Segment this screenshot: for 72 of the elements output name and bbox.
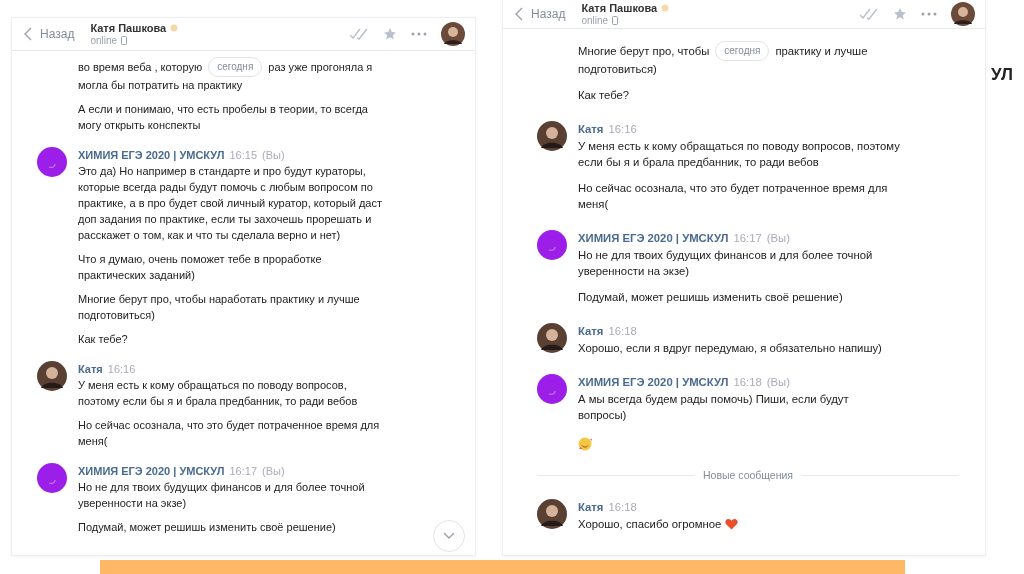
sender-name[interactable]: Катя: [78, 361, 103, 377]
sender-name[interactable]: ХИМИЯ ЕГЭ 2020 | УМСКУЛ: [578, 374, 729, 390]
more-icon[interactable]: [411, 32, 427, 36]
double-check-icon[interactable]: [349, 28, 369, 40]
message-text: Подумай, может решишь изменить своё решение): [78, 520, 336, 535]
message-time: 16:17: [733, 231, 762, 246]
double-check-icon[interactable]: [859, 8, 879, 20]
sender-note: (Вы): [766, 375, 790, 390]
sender-name[interactable]: Катя: [578, 121, 604, 137]
message-text: У меня есть к кому обращаться по поводу вопросов, поэтому если бы я и брала предбанник, то ради вебов: [578, 139, 900, 170]
message-text: Но сейчас осознала, что это будет потраченное время для меня(: [578, 181, 889, 212]
message-time: 16:17: [229, 464, 257, 479]
message-text: Как тебе?: [78, 332, 128, 347]
avatar[interactable]: [37, 361, 67, 391]
heart-icon: [725, 518, 739, 530]
sender-name[interactable]: ХИМИЯ ЕГЭ 2020 | УМСКУЛ: [578, 230, 729, 246]
message-text: А мы всегда будем рады помочь) Пиши, если будут вопросы): [578, 392, 850, 423]
message-text: раз уже прогоняла я: [268, 60, 373, 75]
avatar[interactable]: [537, 121, 567, 151]
message-text: могла бы потратить на практику: [78, 78, 243, 93]
date-pill: сегодня: [208, 57, 263, 77]
sender-name[interactable]: Катя: [578, 499, 604, 515]
sender-name[interactable]: ХИМИЯ ЕГЭ 2020 | УМСКУЛ: [78, 147, 225, 163]
online-status: online: [90, 35, 118, 46]
star-icon[interactable]: [383, 27, 397, 41]
contact-name: Катя Пашкова: [581, 2, 658, 14]
avatar[interactable]: [441, 22, 465, 46]
message-text: подготовиться): [578, 62, 657, 77]
sender-note: (Вы): [262, 464, 285, 479]
message-text: Многие берут про, чтобы: [578, 44, 710, 59]
back-button[interactable]: Назад: [511, 5, 570, 23]
message-text: А если и понимаю, что есть пробелы в теории, то всегда могу открыть конспекты: [78, 102, 369, 133]
message-text: Но не для твоих будущих финансов и для более точной уверенности на экзе): [578, 248, 874, 279]
avatar[interactable]: [951, 2, 975, 26]
chevron-left-icon: [515, 7, 523, 21]
online-status: online: [581, 15, 609, 26]
message-time: 16:18: [608, 500, 637, 515]
message-text: Многие берут про, чтобы наработать практику и лучше подготовиться): [78, 292, 361, 323]
sender-name[interactable]: ХИМИЯ ЕГЭ 2020 | УМСКУЛ: [78, 463, 225, 479]
phone-icon: [121, 36, 128, 45]
message-time: 16:18: [608, 324, 637, 339]
back-button[interactable]: Назад: [20, 25, 79, 43]
message-time: 16:16: [107, 362, 136, 377]
message-text: Но сейчас осознала, что это будет потраченное время для меня(: [78, 418, 381, 449]
message-text: во время веба , которую: [78, 60, 203, 75]
avatar[interactable]: [537, 499, 567, 529]
contact-name: Катя Пашкова: [90, 22, 167, 34]
date-pill: сегодня: [715, 41, 770, 61]
message-time: 16:18: [733, 375, 762, 390]
sender-note: (Вы): [262, 148, 285, 163]
message-text: Что я думаю, очень поможет тебе в проработке практических заданий): [78, 252, 323, 283]
phone-icon: [612, 16, 619, 25]
sender-name[interactable]: Катя: [578, 323, 604, 339]
avatar[interactable]: [537, 323, 567, 353]
star-icon[interactable]: [893, 7, 907, 21]
message-time: 16:15: [229, 148, 257, 163]
chevron-down-icon: [443, 532, 455, 540]
message-text: Хорошо, если я вдруг передумаю, я обязательно напишу): [578, 341, 882, 356]
logo-text: УЛ: [991, 65, 1013, 84]
message-text: практику и лучше: [775, 44, 868, 59]
smiling-face-icon: [578, 437, 592, 451]
message-text: У меня есть к кому обращаться по поводу вопросов, поэтому если бы я и брала предбанник, то ради вебов: [78, 378, 359, 409]
chevron-left-icon: [24, 27, 32, 41]
message-text: Подумай, может решишь изменить своё решение): [578, 290, 843, 305]
more-icon[interactable]: [921, 12, 937, 16]
sender-note: (Вы): [766, 231, 790, 246]
message-time: 16:16: [608, 122, 637, 137]
message-text: Как тебе?: [578, 88, 630, 103]
new-messages-divider: Новые сообщения: [702, 469, 794, 481]
message-text: Хорошо, спасибо огромное: [578, 517, 722, 532]
message-text: Но не для твоих будущих финансов и для более точной уверенности на экзе): [78, 480, 366, 511]
message-text: Это да) Но например в стандарте и про будут кураторы, которые всегда рады будут помочь с любым вопросом по практике, а в про будет свой личный куратор, который даст доп задания по практике, если ты захочешь прорешать и расскажет о том, как и что ты сделала верно и нет): [78, 164, 383, 243]
